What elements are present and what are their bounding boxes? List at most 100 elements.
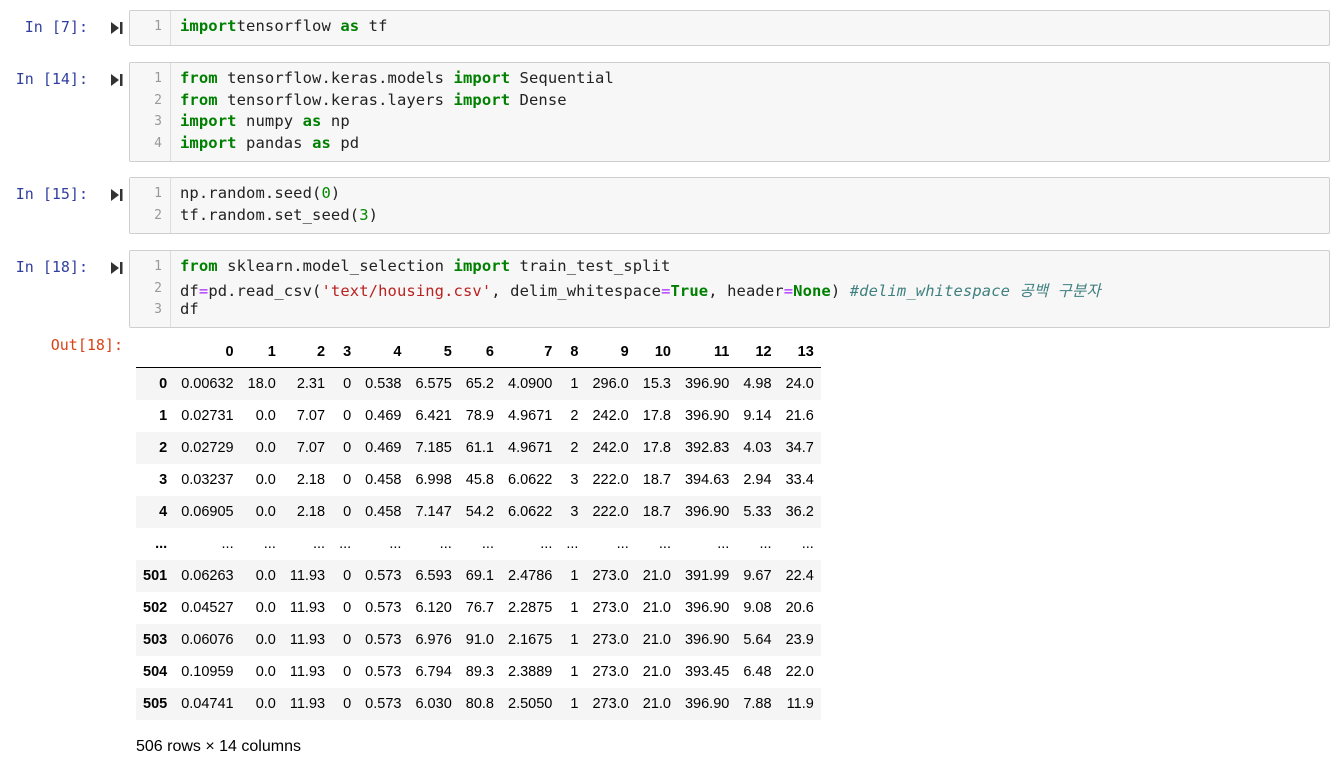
table-cell: 36.2 [785,504,814,520]
table-cell: 1 [570,568,579,584]
column-header: 4 [358,336,409,368]
table-row: 4 0.06905 0.0 2.18 0 0.458 7.147 54.2 6.0622 3 222… [136,496,821,528]
table-cell: 6.998 [415,472,452,488]
line-number-gutter: 12 [130,178,171,233]
line-number: 3 [154,114,162,129]
table-cell: 2.5050 [508,696,553,712]
table-cell: 396.90 [684,504,730,520]
table-cell: 0.06263 [181,568,234,584]
table-cell: 1 [570,664,579,680]
code-token: import [453,257,511,275]
table-cell: 6.575 [415,376,452,392]
column-header: 5 [408,336,459,368]
table-cell: 11.93 [289,696,326,712]
table-cell: 18.7 [642,472,671,488]
code-token: , header [708,281,784,300]
run-cell-icon[interactable] [110,188,124,202]
table-row: 3 0.03237 0.0 2.18 0 0.458 6.998 45.8 6.0622 3 222… [136,464,821,496]
table-row: 2 0.02729 0.0 7.07 0 0.469 7.185 61.1 4.9671 2 242… [136,432,821,464]
table-cell: 0.0 [255,440,276,456]
table-cell: 78.9 [465,408,494,424]
table-cell: 45.8 [465,472,494,488]
table-cell: 7.88 [743,696,772,712]
table-cell: 22.4 [785,568,814,584]
code-editor[interactable]: 1 2 3 4 from tensorflow.keras.models import… [129,62,1330,162]
code-token: ) [368,205,379,224]
table-cell: 1 [570,600,579,616]
code-token: 3 [359,205,369,224]
table-cell: 11.93 [289,568,326,584]
code-editor[interactable]: 1 importtensorflow as tf [129,10,1330,46]
line-number-gutter: 1 [130,11,171,45]
table-cell: 0.573 [365,696,402,712]
table-cell: 9.67 [743,568,772,584]
table-cell: 20.6 [785,600,814,616]
table-cell: 6.593 [415,568,452,584]
table-cell: 0.0 [255,600,276,616]
table-cell: 69.1 [465,568,494,584]
code-token: True [670,281,709,300]
code-token: df [180,300,199,318]
table-cell: 242.0 [592,408,629,424]
code-token: pd [330,133,360,152]
code-token: df [180,281,199,300]
code-token: import [180,17,237,35]
table-cell: 17.8 [642,440,671,456]
table-cell: 0.02731 [181,408,234,424]
column-header: 13 [778,336,821,368]
table-cell: 7.07 [296,440,326,456]
code-token: import [453,90,511,109]
table-cell: 0 [343,696,352,712]
code-token: import [180,133,237,152]
table-cell: 396.90 [684,376,730,392]
run-cell-icon[interactable] [110,21,124,35]
table-cell: 6.030 [415,696,452,712]
table-cell: 7.185 [415,440,452,456]
table-cell: ... [312,536,326,552]
table-row: ........................................… [136,528,821,560]
code-token: tensorflow.keras.models [217,69,454,87]
column-header: 10 [635,336,678,368]
row-index: 504 [143,664,168,680]
table-cell: 0.04741 [181,696,234,712]
table-cell: 4.9671 [508,440,553,456]
table-cell: ... [481,536,494,552]
table-cell: 242.0 [592,440,629,456]
code-token: train_test_split [510,257,671,275]
table-cell: 11.93 [289,632,326,648]
table-cell: 0.06076 [181,632,234,648]
code-editor[interactable]: 12 np.random.seed(0) tf.random.set_seed(3… [129,177,1330,234]
line-number: 4 [154,135,162,151]
dataframe-shape-text: 506 rows × 14 columns [136,738,301,755]
code-token: np.random.seed( [180,184,322,202]
run-cell-icon[interactable] [110,73,124,87]
code-editor[interactable]: 1 2 3 from sklearn.model_selection import … [129,250,1330,328]
column-header: 7 [501,336,560,368]
table-cell: 21.0 [642,600,671,616]
column-header: 1 [240,336,283,368]
table-cell: 9.08 [743,600,772,616]
code-line: from tensorflow.keras.models import Sequ… [180,69,614,87]
table-cell: 76.7 [465,600,494,616]
table-cell: ... [801,536,814,552]
code-token: sklearn.model_selection [217,257,454,275]
table-cell: 2.18 [296,504,326,520]
table-cell: 0 [343,440,352,456]
table-cell: ... [389,536,402,552]
table-cell: 0 [343,504,352,520]
table-cell: 21.0 [642,696,671,712]
code-token: , delim_whitespace [491,281,662,300]
table-cell: 23.9 [785,632,814,648]
table-cell: 396.90 [684,696,730,712]
dataframe-table: 0 1 2 3 4 5 6 7 8 9 10 11 12 13 0 0.00632 18.0 2.31 0 0.53… [136,336,821,720]
code-token: ) [830,281,850,300]
table-cell: 2.1675 [508,632,553,648]
table-cell: 11.9 [786,696,814,712]
table-cell: 4.9671 [508,408,553,424]
table-cell: 0.0 [255,472,276,488]
table-cell: 0 [343,632,352,648]
run-cell-icon[interactable] [110,261,124,275]
table-cell: 0.538 [365,376,402,392]
table-cell: 0.02729 [181,440,234,456]
code-line: np.random.seed(0) [180,184,340,202]
